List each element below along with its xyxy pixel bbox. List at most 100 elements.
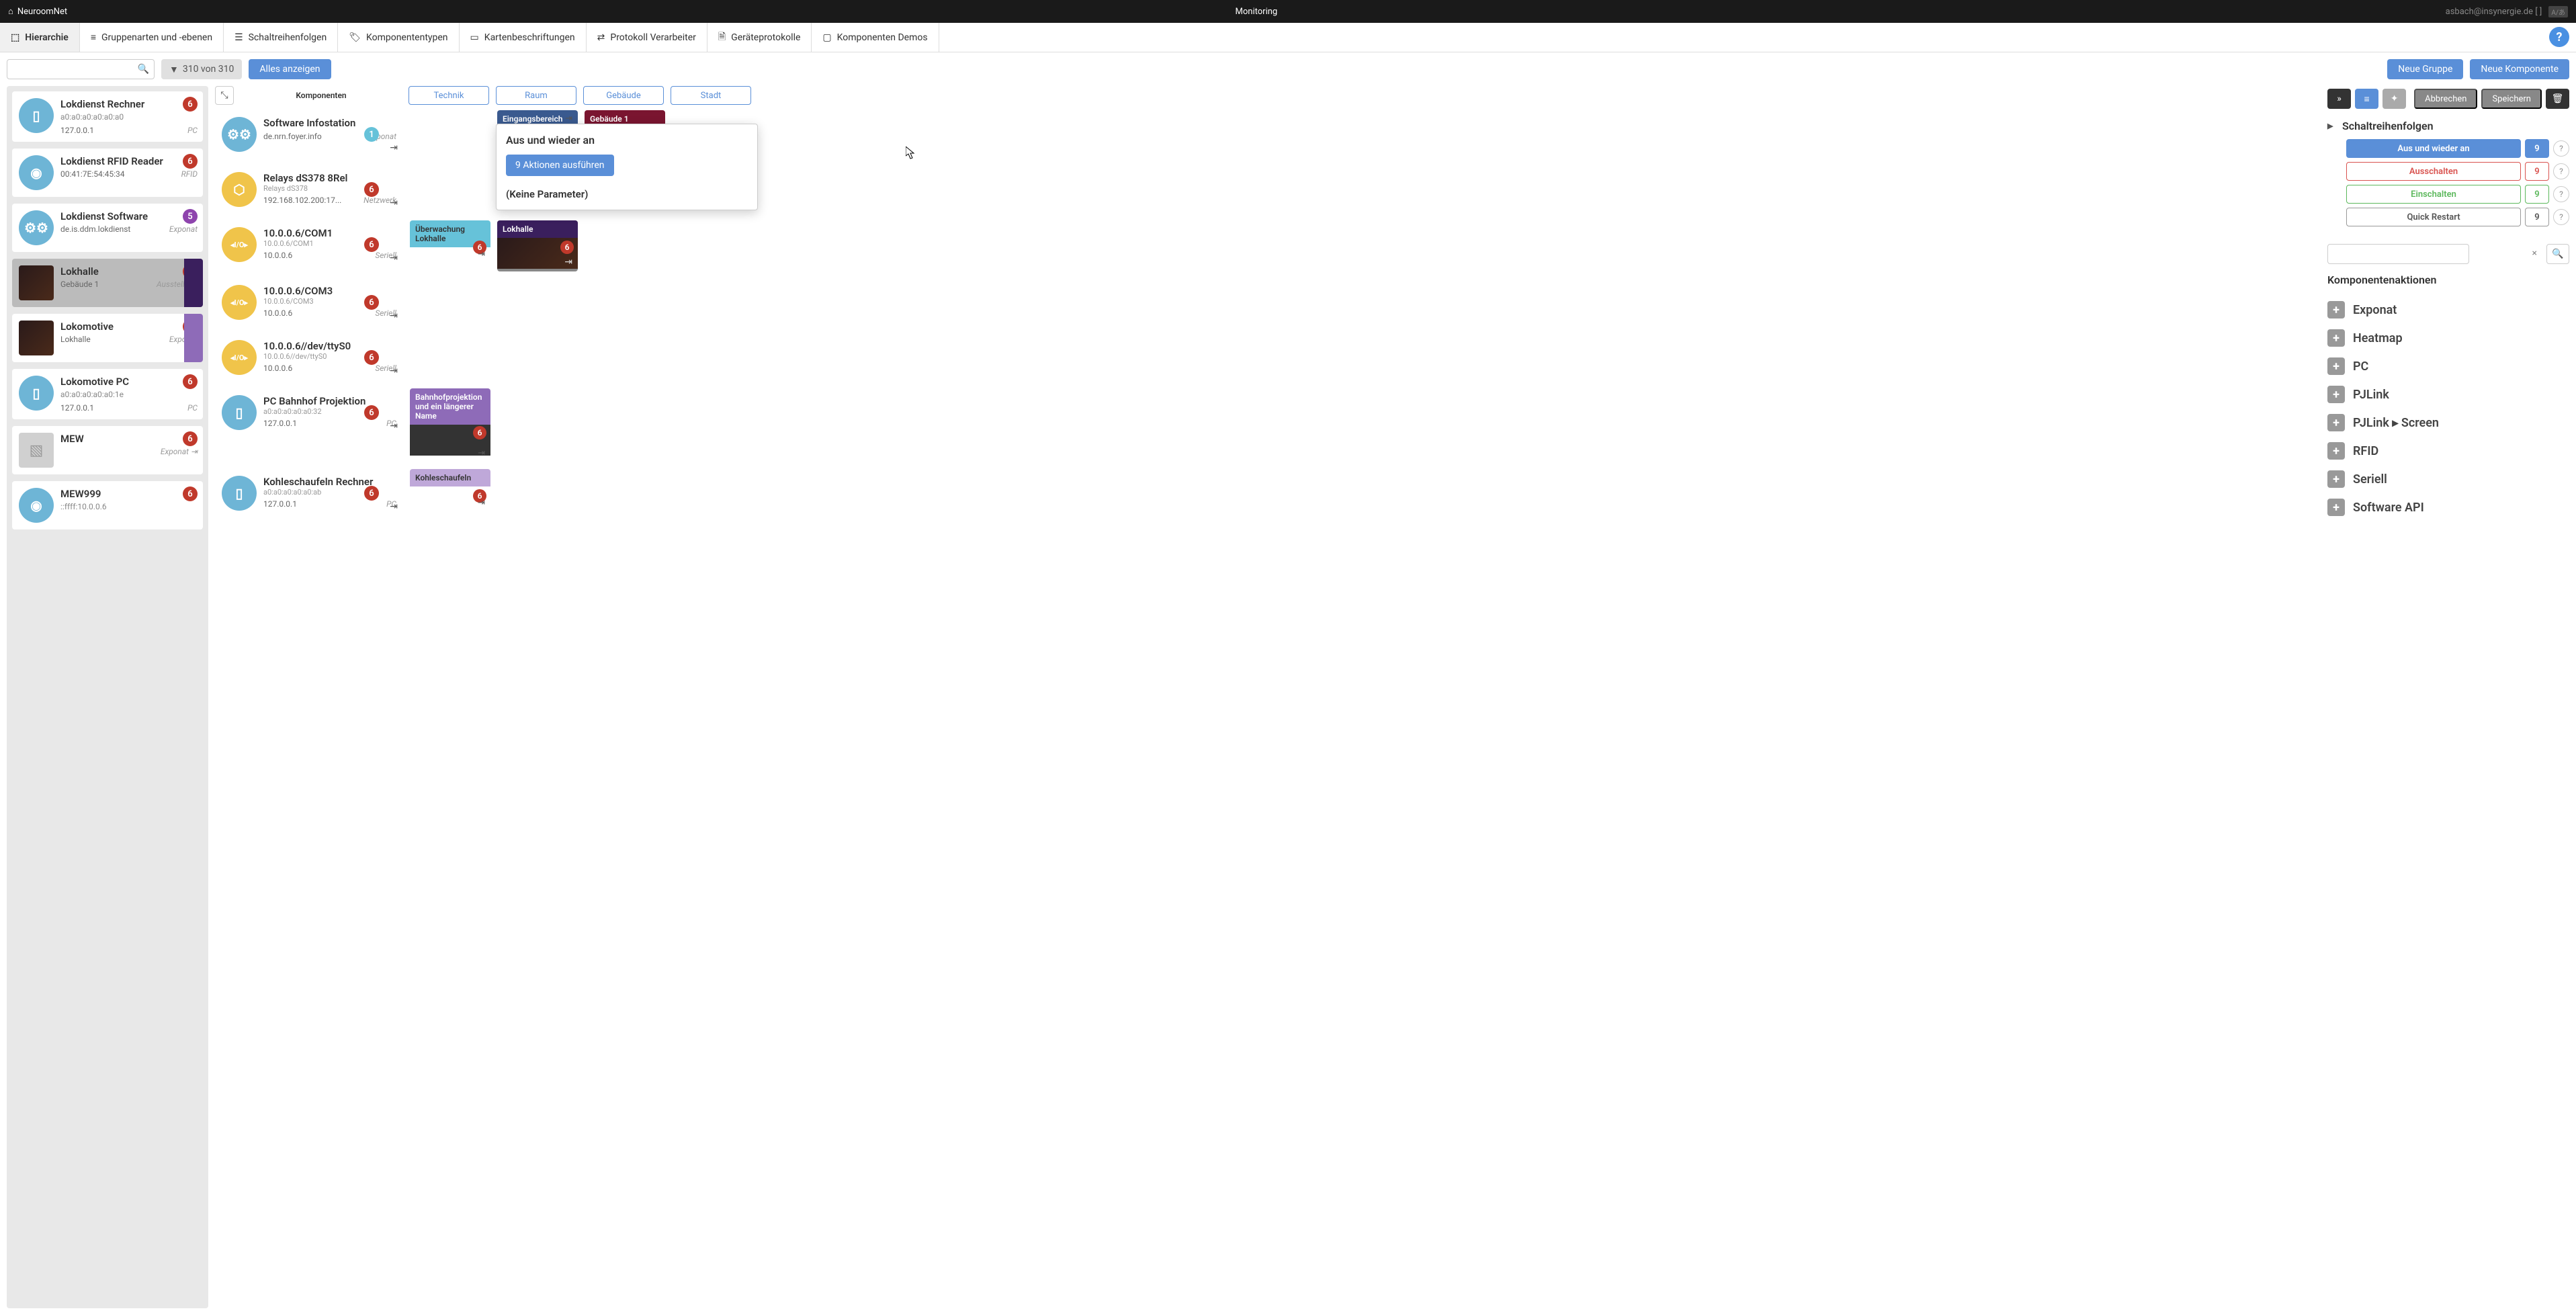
tab-gruppenarten-und--ebenen[interactable]: ≡Gruppenarten und -ebenen: [80, 23, 224, 52]
tech-card[interactable]: ▯ PC Bahnhof Projektion a0:a0:a0:a0:a0:3…: [215, 388, 403, 437]
filter-pill[interactable]: ▼ 310 von 310: [161, 59, 242, 79]
left-card-3[interactable]: Lokhalle Gebäude 1Ausstellung 6: [12, 259, 203, 307]
lang-toggle[interactable]: A/あ: [2548, 6, 2568, 17]
home-link[interactable]: ⌂ NeuroomNet: [8, 6, 67, 17]
plus-icon: +: [2327, 442, 2345, 460]
tech-card[interactable]: ◂I/O▸ 10.0.0.6//dev/ttyS0 10.0.0.6//dev/…: [215, 333, 403, 382]
tab-hierarchie[interactable]: ⬚Hierarchie: [0, 23, 80, 52]
search-input[interactable]: [7, 59, 155, 79]
tech-thumb: ⬡: [222, 172, 257, 207]
tab-kartenbeschriftungen[interactable]: ▭Kartenbeschriftungen: [460, 23, 587, 52]
tech-card[interactable]: ◂I/O▸ 10.0.0.6/COM1 10.0.0.6/COM1 10.0.0…: [215, 220, 403, 269]
status-badge: 6: [183, 486, 198, 501]
building-card[interactable]: Lokhalle 6 ⇥: [497, 220, 578, 271]
login-icon[interactable]: ⇥: [390, 310, 398, 321]
col-header-raum[interactable]: Raum: [496, 86, 576, 105]
save-button[interactable]: Speichern: [2481, 89, 2542, 109]
room-card[interactable]: Überwachung Lokhalle 6 ⇥: [410, 220, 490, 263]
login-icon[interactable]: ⇥: [390, 421, 398, 431]
card-sub: a0:a0:a0:a0:a0:1e: [60, 390, 198, 399]
left-card-0[interactable]: ▯ Lokdienst Rechner a0:a0:a0:a0:a0:a0 12…: [12, 91, 203, 142]
action-item-software-api[interactable]: +Software API: [2327, 493, 2569, 521]
left-card-2[interactable]: ⚙⚙ Lokdienst Software de.is.ddm.lokdiens…: [12, 204, 203, 252]
col-header-technik[interactable]: Technik: [409, 86, 489, 105]
card-title: Lokhalle: [60, 265, 198, 278]
card-thumb: [19, 265, 54, 300]
left-card-7[interactable]: ◉ MEW999 ::ffff:10.0.0.6 6: [12, 481, 203, 529]
login-icon[interactable]: ⇥: [478, 498, 485, 508]
action-item-rfid[interactable]: + RFID: [2327, 437, 2569, 465]
tab-komponententypen[interactable]: 🏷Komponententypen: [338, 23, 459, 52]
list-icon: ☰: [234, 32, 243, 43]
tab-ger-teprotokolle[interactable]: 🗎Geräteprotokolle: [707, 23, 812, 52]
tech-foot: 10.0.0.6: [263, 364, 292, 373]
popover-execute-button[interactable]: 9 Aktionen ausführen: [506, 155, 614, 176]
room-card[interactable]: Bahnhofprojektion und ein längerer Name …: [410, 388, 490, 462]
tech-title: PC Bahnhof Projektion: [263, 395, 396, 407]
tab-protokoll-verarbeiter[interactable]: ⇄Protokoll Verarbeiter: [587, 23, 707, 52]
card-thumb: ▯: [19, 98, 54, 133]
seq-help-button[interactable]: ?: [2553, 163, 2569, 179]
card-type: RFID: [181, 169, 198, 179]
room-card[interactable]: Kohleschaufeln 6 ⇥: [410, 469, 490, 512]
settings-button[interactable]: ≡: [2355, 89, 2378, 109]
seq-count: 9: [2525, 185, 2549, 204]
new-component-button[interactable]: Neue Komponente: [2470, 59, 2569, 79]
seq-count: 9: [2525, 162, 2549, 181]
left-card-1[interactable]: ◉ Lokdienst RFID Reader 00:41:7E:54:45:3…: [12, 149, 203, 197]
seq-help-button[interactable]: ?: [2553, 186, 2569, 202]
login-icon[interactable]: ⇥: [390, 366, 398, 376]
clear-icon[interactable]: ×: [2532, 248, 2537, 259]
new-group-button[interactable]: Neue Gruppe: [2387, 59, 2463, 79]
tech-card[interactable]: ▯ Kohleschaufeln Rechner a0:a0:a0:a0:a0:…: [215, 469, 403, 517]
wizard-button[interactable]: ✦: [2382, 89, 2406, 109]
action-search-button[interactable]: 🔍: [2546, 244, 2569, 264]
login-icon[interactable]: ⇥: [390, 142, 398, 153]
login-icon[interactable]: ⇥: [478, 249, 485, 259]
tech-card[interactable]: ◂I/O▸ 10.0.0.6/COM3 10.0.0.6/COM3 10.0.0…: [215, 278, 403, 327]
seq-help-button[interactable]: ?: [2553, 209, 2569, 225]
login-icon[interactable]: ⇥: [565, 114, 572, 124]
help-button[interactable]: ?: [2549, 27, 2569, 47]
action-item-seriell[interactable]: +Seriell: [2327, 465, 2569, 493]
left-card-6[interactable]: ▧ MEW Exponat ⇥ 6: [12, 426, 203, 474]
card-stripe: [184, 259, 203, 307]
tech-card[interactable]: ⚙⚙ Software Infostation de.nrn.foyer.inf…: [215, 110, 403, 159]
login-icon[interactable]: ⇥: [478, 448, 485, 458]
tab-komponenten-demos[interactable]: ▢Komponenten Demos: [812, 23, 939, 52]
tech-title: Software Infostation: [263, 117, 396, 129]
seq-help-button[interactable]: ?: [2553, 140, 2569, 157]
login-icon[interactable]: ⇥: [390, 253, 398, 263]
search-box: 🔍: [7, 59, 155, 79]
expand-all-button[interactable]: ⤡: [215, 86, 234, 105]
action-item-heatmap[interactable]: +Heatmap: [2327, 324, 2569, 352]
seq-button-Quick Restart[interactable]: Quick Restart: [2346, 208, 2521, 226]
delete-button[interactable]: 🗑: [2546, 89, 2569, 109]
seq-button-Einschalten[interactable]: Einschalten: [2346, 185, 2521, 204]
user-email[interactable]: asbach@insynergie.de [ ]: [2446, 7, 2542, 17]
card-title: Lokomotive: [60, 321, 198, 333]
cancel-button[interactable]: Abbrechen: [2414, 89, 2477, 109]
action-item-exponat[interactable]: +Exponat: [2327, 296, 2569, 324]
seq-button-Aus und wieder an[interactable]: Aus und wieder an: [2346, 139, 2521, 158]
action-label: RFID: [2353, 444, 2378, 458]
login-icon[interactable]: ⇥: [390, 198, 398, 208]
section-schaltreihenfolgen[interactable]: Schaltreihenfolgen: [2327, 116, 2569, 139]
login-icon[interactable]: ⇥: [564, 257, 572, 267]
left-card-4[interactable]: Lokomotive LokhalleExponat 6: [12, 314, 203, 362]
login-icon[interactable]: ⇥: [390, 501, 398, 512]
col-header-gebaeude[interactable]: Gebäude: [583, 86, 664, 105]
action-item-pjlink[interactable]: +PJLink: [2327, 380, 2569, 409]
search-icon[interactable]: 🔍: [138, 64, 149, 75]
tab-schaltreihenfolgen[interactable]: ☰Schaltreihenfolgen: [224, 23, 338, 52]
tech-card[interactable]: ⬡ Relays dS378 8Rel Relays dS378 192.168…: [215, 165, 403, 214]
show-all-button[interactable]: Alles anzeigen: [249, 59, 331, 79]
action-search-input[interactable]: [2327, 244, 2469, 264]
action-item-pc[interactable]: +PC: [2327, 352, 2569, 380]
card-icon: ▭: [470, 32, 479, 43]
col-header-stadt[interactable]: Stadt: [671, 86, 751, 105]
collapse-panel-button[interactable]: »: [2327, 89, 2351, 109]
action-item-pjlink---screen[interactable]: +PJLink ▸ Screen: [2327, 409, 2569, 437]
left-card-5[interactable]: ▯ Lokomotive PC a0:a0:a0:a0:a0:1e 127.0.…: [12, 369, 203, 419]
seq-button-Ausschalten[interactable]: Ausschalten: [2346, 162, 2521, 181]
